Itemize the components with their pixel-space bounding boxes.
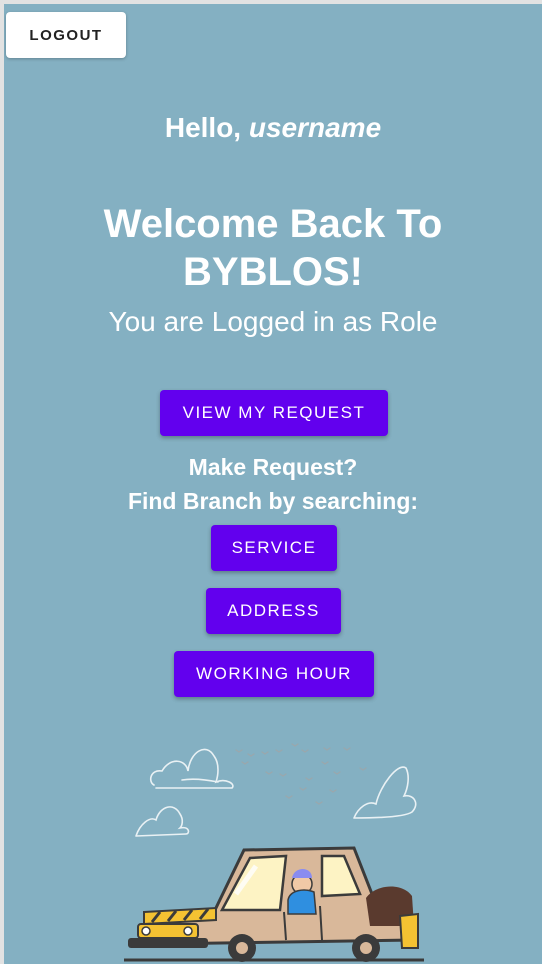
cloud-icon xyxy=(353,766,417,819)
address-search-button[interactable]: ADDRESS xyxy=(206,588,341,634)
welcome-line-2: BYBLOS! xyxy=(183,250,363,294)
service-search-button[interactable]: SERVICE xyxy=(211,525,337,571)
home-screen: LOGOUT Hello, username Welcome Back To B… xyxy=(4,4,542,964)
birds-icon xyxy=(235,743,367,805)
logout-button[interactable]: LOGOUT xyxy=(6,12,126,58)
find-branch-text: Find Branch by searching: xyxy=(127,488,419,514)
username-text: username xyxy=(248,112,382,143)
cloud-icon xyxy=(135,806,190,837)
greeting: Hello, username xyxy=(4,112,542,144)
greeting-prefix: Hello, xyxy=(164,112,249,143)
role-text: You are Logged in as Role xyxy=(108,306,438,337)
welcome-line-1: Welcome Back To xyxy=(103,202,443,246)
view-my-request-button[interactable]: VIEW MY REQUEST xyxy=(160,390,388,436)
working-hour-search-button[interactable]: WORKING HOUR xyxy=(174,651,374,697)
welcome-title: Welcome Back To BYBLOS! xyxy=(4,200,542,296)
car-driver-illustration xyxy=(124,743,424,962)
make-request-text: Make Request? xyxy=(188,454,358,480)
car-icon xyxy=(124,846,424,962)
cloud-icon xyxy=(149,748,234,789)
